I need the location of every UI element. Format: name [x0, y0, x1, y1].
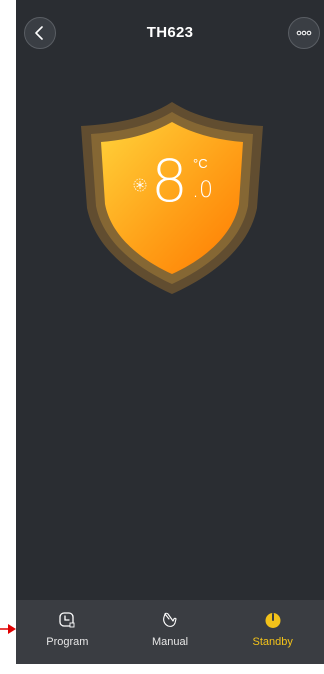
annotation-arrow-icon: [0, 624, 16, 634]
more-dots-icon: [296, 30, 312, 36]
power-icon: [263, 610, 283, 630]
temperature-display: 8 °C .0: [77, 98, 267, 298]
temperature-integer: 8: [151, 147, 188, 215]
phone-screen: TH623 8 °C .0 Program Manual Standby: [16, 0, 324, 664]
clock-calendar-icon: [57, 610, 77, 630]
temperature-shield: 8 °C .0: [77, 98, 267, 298]
tab-manual-label: Manual: [151, 636, 189, 648]
hand-pointer-icon: [160, 610, 180, 630]
more-button[interactable]: [288, 17, 320, 49]
tab-program[interactable]: Program: [16, 600, 119, 664]
header: TH623: [16, 0, 324, 64]
snowflake-icon: [133, 178, 147, 192]
device-title: TH623: [146, 24, 194, 41]
tab-standby[interactable]: Standby: [221, 600, 324, 664]
temperature-decimal: .0: [192, 178, 213, 203]
tab-standby-label: Standby: [252, 636, 293, 648]
bottom-tab-bar: Program Manual Standby: [16, 600, 324, 664]
tab-manual[interactable]: Manual: [119, 600, 222, 664]
tab-program-label: Program: [46, 636, 89, 648]
temperature-unit: °C: [193, 156, 208, 171]
